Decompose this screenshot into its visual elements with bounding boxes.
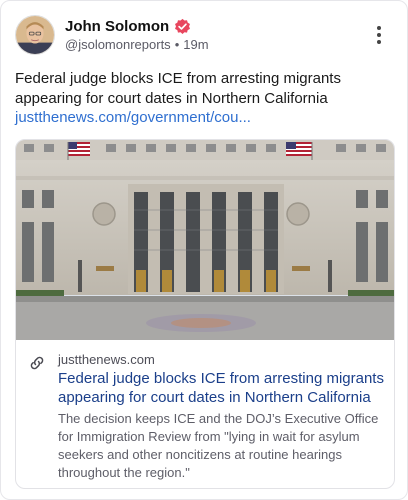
card-domain: justthenews.com	[58, 352, 155, 367]
author-info: John Solomon @jsolomonreports • 19m	[65, 18, 209, 52]
post-header: John Solomon @jsolomonreports • 19m	[15, 13, 393, 57]
verified-badge-icon	[174, 18, 191, 35]
post-text: Federal judge blocks ICE from arresting …	[15, 70, 341, 107]
avatar-photo	[16, 16, 54, 54]
courthouse-photo	[16, 140, 394, 340]
handle-row: @jsolomonreports • 19m	[65, 37, 209, 52]
card-description: The decision keeps ICE and the DOJ’s Exe…	[58, 411, 379, 480]
name-row: John Solomon	[65, 18, 209, 35]
separator-dot: •	[174, 37, 180, 52]
more-vertical-icon[interactable]	[369, 21, 389, 49]
link-icon	[28, 354, 46, 372]
link-preview-card[interactable]: justthenews.com Federal judge blocks ICE…	[15, 139, 395, 489]
post-time[interactable]: 19m	[183, 37, 208, 52]
social-post: John Solomon @jsolomonreports • 19m Fede…	[0, 0, 408, 500]
author-handle[interactable]: @jsolomonreports	[65, 37, 171, 52]
post-link[interactable]: justthenews.com/government/cou...	[15, 108, 251, 128]
card-title[interactable]: Federal judge blocks ICE from arresting …	[58, 369, 388, 407]
author-name[interactable]: John Solomon	[65, 18, 169, 35]
avatar[interactable]	[15, 15, 55, 55]
